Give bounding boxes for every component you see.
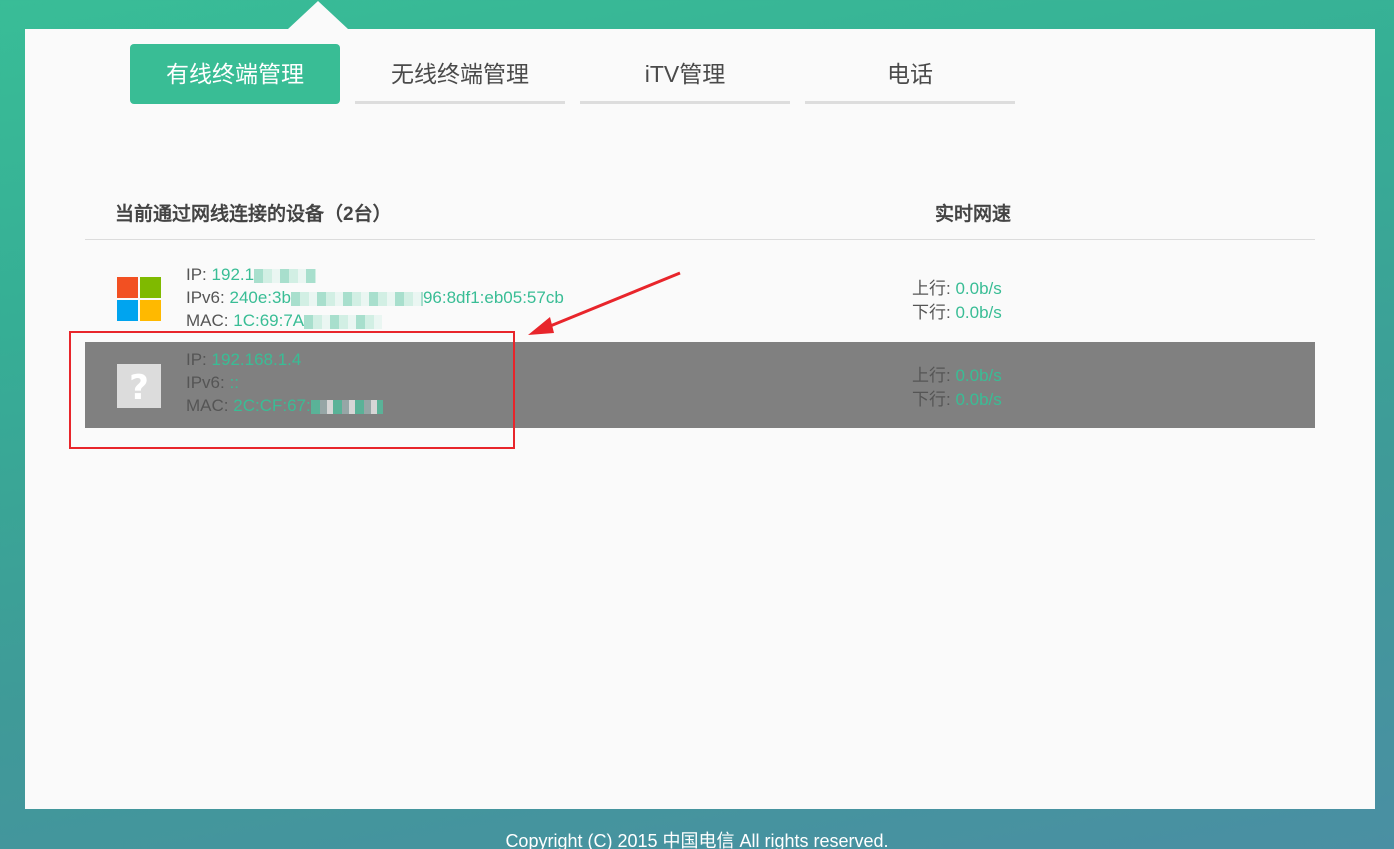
download-value: 0.0b/s bbox=[955, 303, 1002, 322]
mac-line: MAC: 1C:69:7A bbox=[186, 309, 564, 332]
tab-phone[interactable]: 电话 bbox=[805, 44, 1015, 104]
upload-speed: 上行: 0.0b/s bbox=[912, 277, 1002, 301]
annotation-arrow-icon bbox=[528, 271, 681, 335]
speed-heading: 实时网速 bbox=[935, 204, 1012, 225]
upload-value: 0.0b/s bbox=[955, 279, 1002, 298]
upload-value: 0.0b/s bbox=[955, 366, 1002, 385]
redacted-mask bbox=[290, 291, 423, 306]
tab-wireless-devices[interactable]: 无线终端管理 bbox=[355, 44, 565, 104]
upload-label: 上行: bbox=[912, 366, 951, 385]
mac-value: 1C:69:7A bbox=[233, 311, 305, 330]
ip-line: IP: 192.1 bbox=[186, 263, 564, 286]
redacted-mask bbox=[254, 268, 317, 283]
speed-info: 上行: 0.0b/s 下行: 0.0b/s bbox=[912, 277, 1002, 325]
windows-logo-icon bbox=[117, 277, 161, 321]
speed-info: 上行: 0.0b/s 下行: 0.0b/s bbox=[912, 364, 1002, 412]
download-speed: 下行: 0.0b/s bbox=[912, 301, 1002, 325]
redacted-mask bbox=[304, 314, 383, 329]
download-label: 下行: bbox=[912, 303, 951, 322]
ip-label: IP: bbox=[186, 265, 207, 284]
upload-label: 上行: bbox=[912, 279, 951, 298]
copyright-footer: Copyright (C) 2015 中国电信 All rights reser… bbox=[505, 831, 889, 849]
ipv6-line: IPv6: 240e:3b 96:8df1:eb05:57cb bbox=[186, 286, 564, 309]
download-speed: 下行: 0.0b/s bbox=[912, 388, 1002, 412]
ipv6-value-prefix: 240e:3b bbox=[229, 288, 291, 307]
device-row[interactable]: IP: 192.1 IPv6: 240e:3b 96:8df1:eb05:57cb… bbox=[85, 255, 1315, 341]
ipv6-label: IPv6: bbox=[186, 288, 225, 307]
tab-pointer-notch bbox=[288, 1, 348, 29]
device-info: IP: 192.1 IPv6: 240e:3b 96:8df1:eb05:57cb… bbox=[186, 263, 564, 332]
upload-speed: 上行: 0.0b/s bbox=[912, 364, 1002, 388]
mac-label: MAC: bbox=[186, 311, 229, 330]
annotation-highlight-box bbox=[69, 331, 515, 449]
download-value: 0.0b/s bbox=[955, 390, 1002, 409]
tab-itv[interactable]: iTV管理 bbox=[580, 44, 790, 104]
download-label: 下行: bbox=[912, 390, 951, 409]
device-count-heading: 当前通过网线连接的设备（2台） bbox=[115, 204, 392, 225]
tab-wired-devices[interactable]: 有线终端管理 bbox=[130, 44, 340, 104]
header-divider bbox=[85, 239, 1315, 240]
ip-value: 192.1 bbox=[211, 265, 255, 284]
